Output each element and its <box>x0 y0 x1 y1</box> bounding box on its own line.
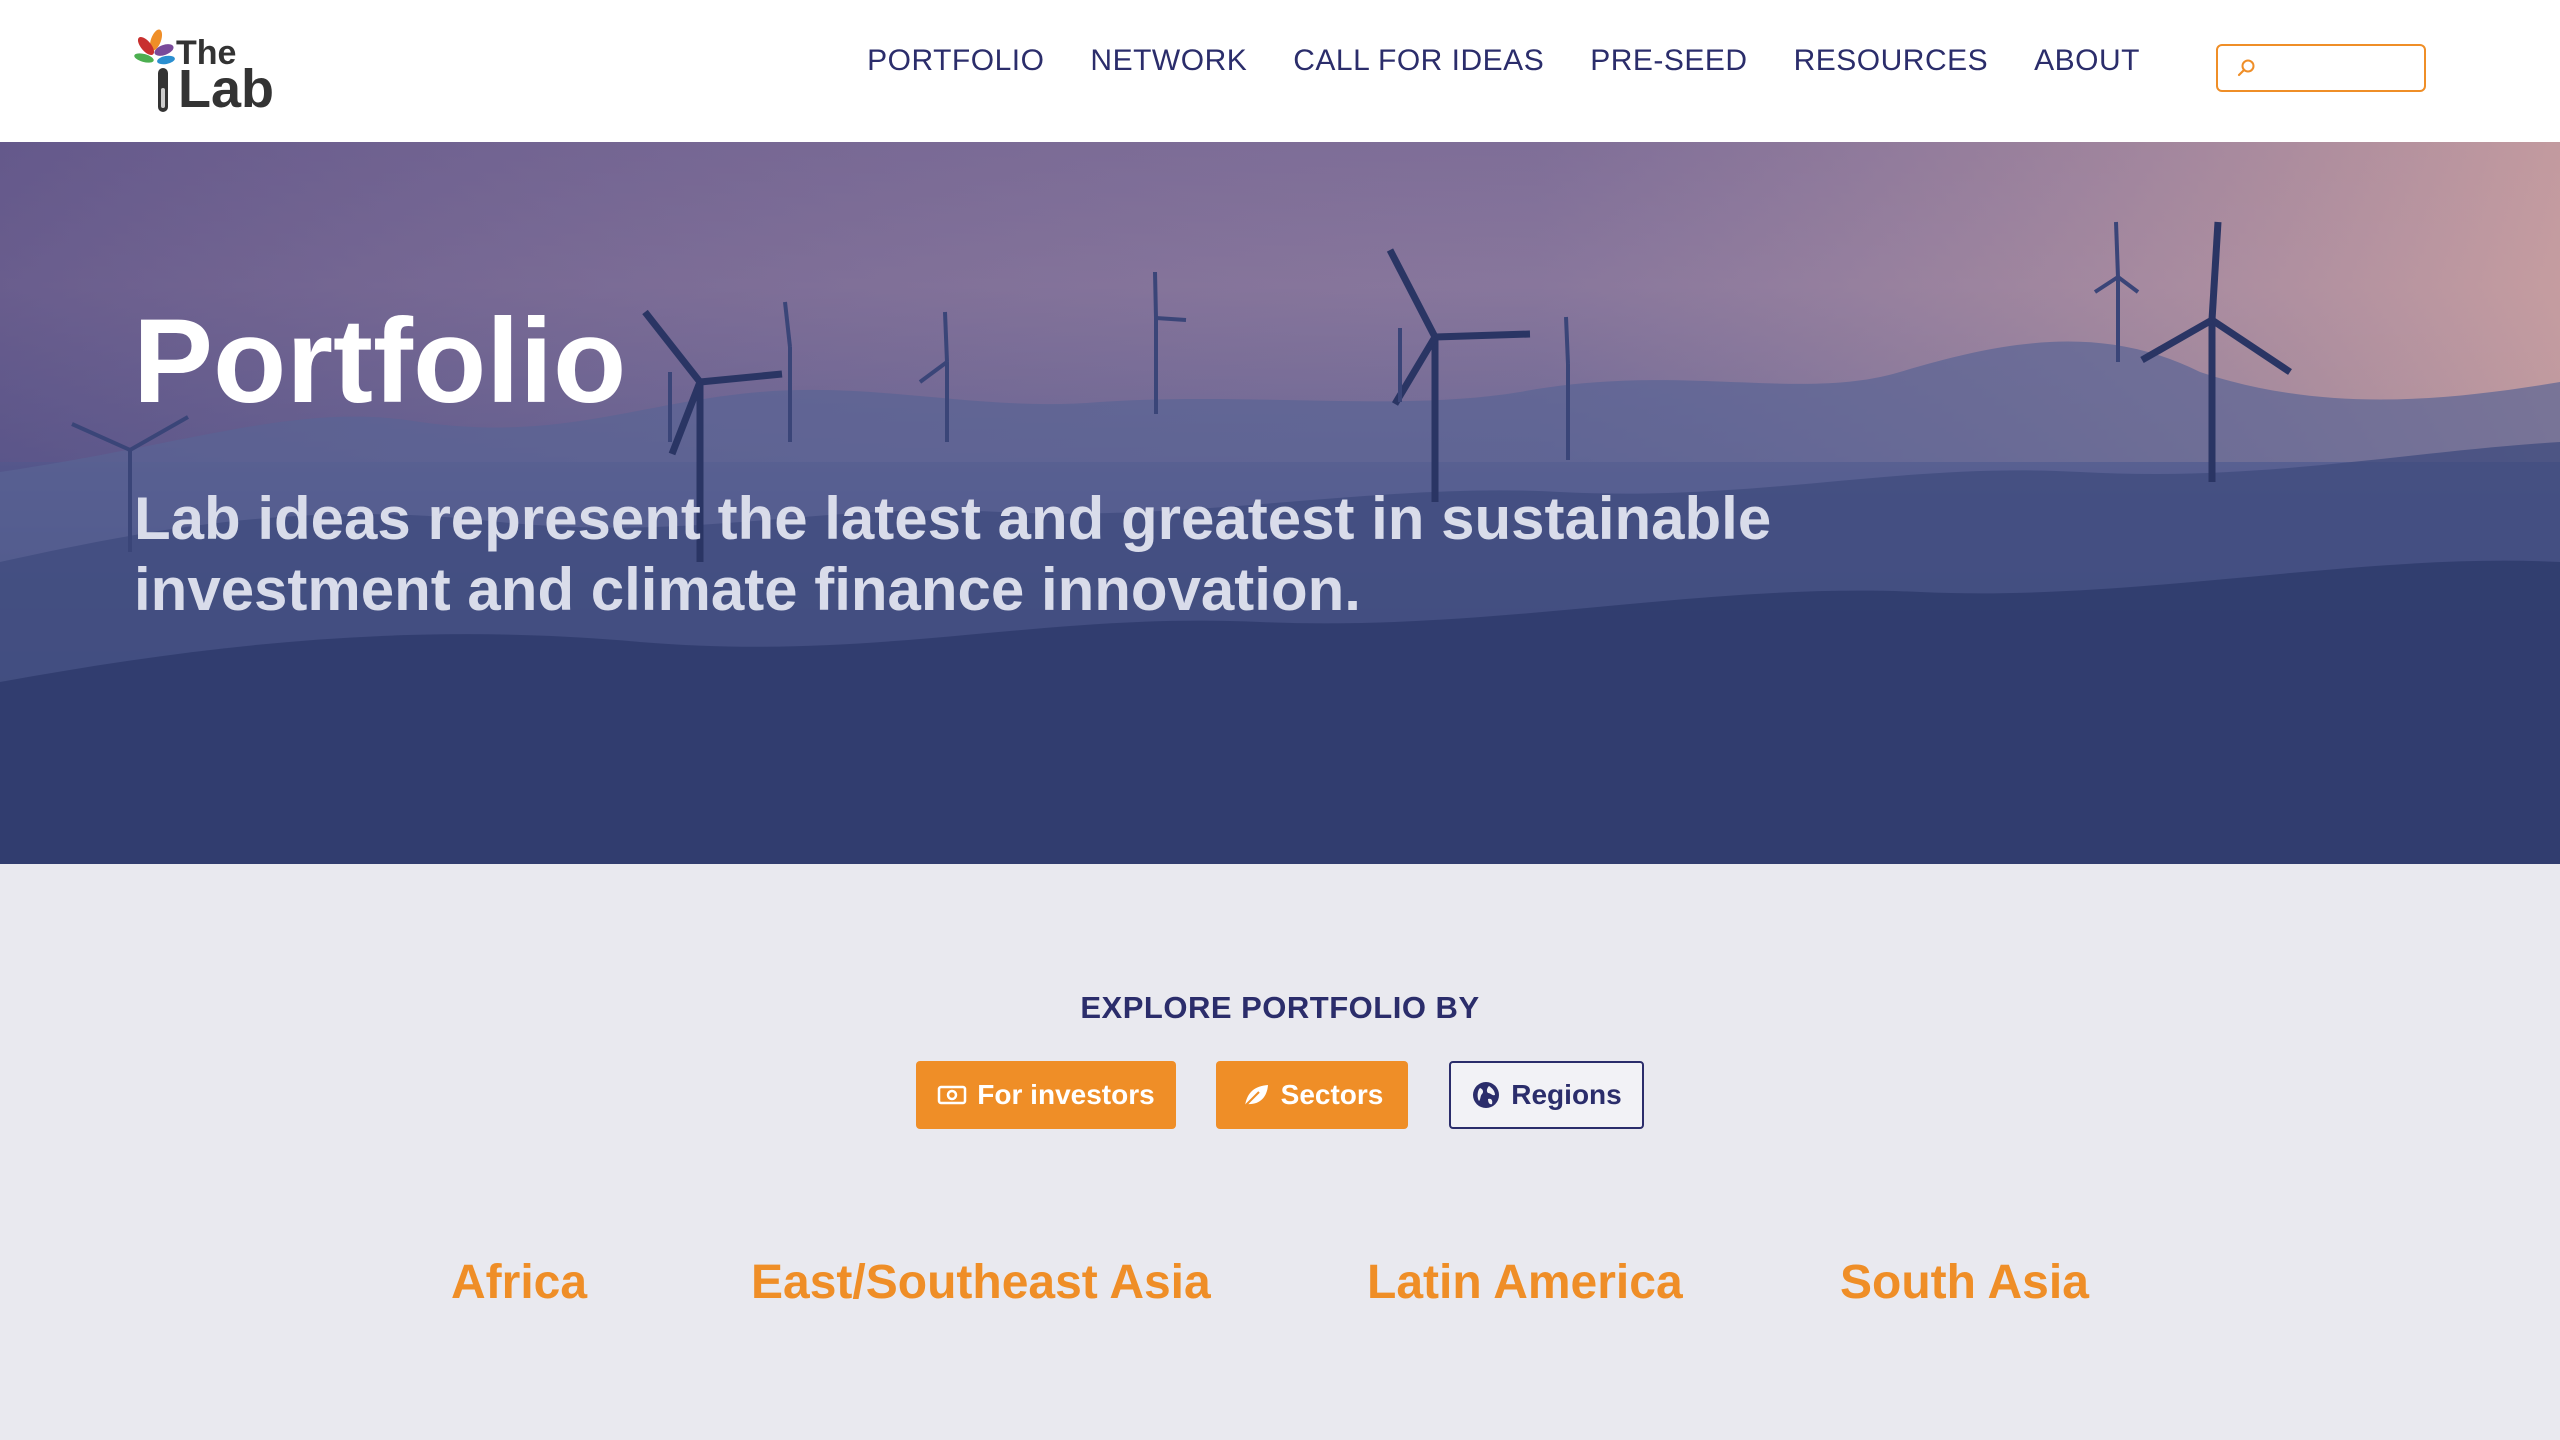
nav-resources[interactable]: RESOURCES <box>1794 44 1989 78</box>
region-africa[interactable]: Africa <box>451 1255 587 1310</box>
search-box[interactable] <box>2216 44 2426 92</box>
region-south-asia[interactable]: South Asia <box>1840 1255 2089 1310</box>
money-icon <box>938 1085 967 1105</box>
regions-label: Regions <box>1511 1079 1622 1110</box>
region-latin-america[interactable]: Latin America <box>1367 1255 1683 1310</box>
sectors-label: Sectors <box>1280 1079 1384 1110</box>
globe-icon <box>1473 1082 1500 1108</box>
site-header: The Lab PORTFOLIO NETWORK CALL FOR IDEAS… <box>0 0 2560 142</box>
page-title: Portfolio <box>133 294 627 428</box>
hero-banner: Portfolio Lab ideas represent the latest… <box>0 142 2560 864</box>
explore-heading: EXPLORE PORTFOLIO BY <box>1080 990 1480 1025</box>
the-lab-logo[interactable]: The Lab <box>134 28 275 119</box>
leaf-logo-icon <box>134 29 175 112</box>
for-investors-label: For investors <box>977 1079 1155 1110</box>
logo-text-lab: Lab <box>178 59 275 119</box>
region-list: Africa East/Southeast Asia Latin America… <box>0 1255 2560 1315</box>
region-east-southeast-asia[interactable]: East/Southeast Asia <box>751 1255 1211 1310</box>
nav-network[interactable]: NETWORK <box>1090 44 1247 78</box>
sectors-button[interactable]: Sectors <box>1216 1061 1408 1129</box>
page-subtitle: Lab ideas represent the latest and great… <box>134 485 1772 623</box>
nav-about[interactable]: ABOUT <box>2034 44 2140 78</box>
regions-button[interactable]: Regions <box>1449 1061 1644 1129</box>
nav-pre-seed[interactable]: PRE-SEED <box>1590 44 1747 78</box>
search-input[interactable] <box>2264 55 2414 81</box>
search-icon <box>2237 59 2255 77</box>
nav-call-for-ideas[interactable]: CALL FOR IDEAS <box>1293 44 1544 78</box>
leaf-icon <box>1243 1085 1268 1107</box>
main-nav: PORTFOLIO NETWORK CALL FOR IDEAS PRE-SEE… <box>867 44 2140 78</box>
for-investors-button[interactable]: For investors <box>916 1061 1176 1129</box>
nav-portfolio[interactable]: PORTFOLIO <box>867 44 1044 78</box>
